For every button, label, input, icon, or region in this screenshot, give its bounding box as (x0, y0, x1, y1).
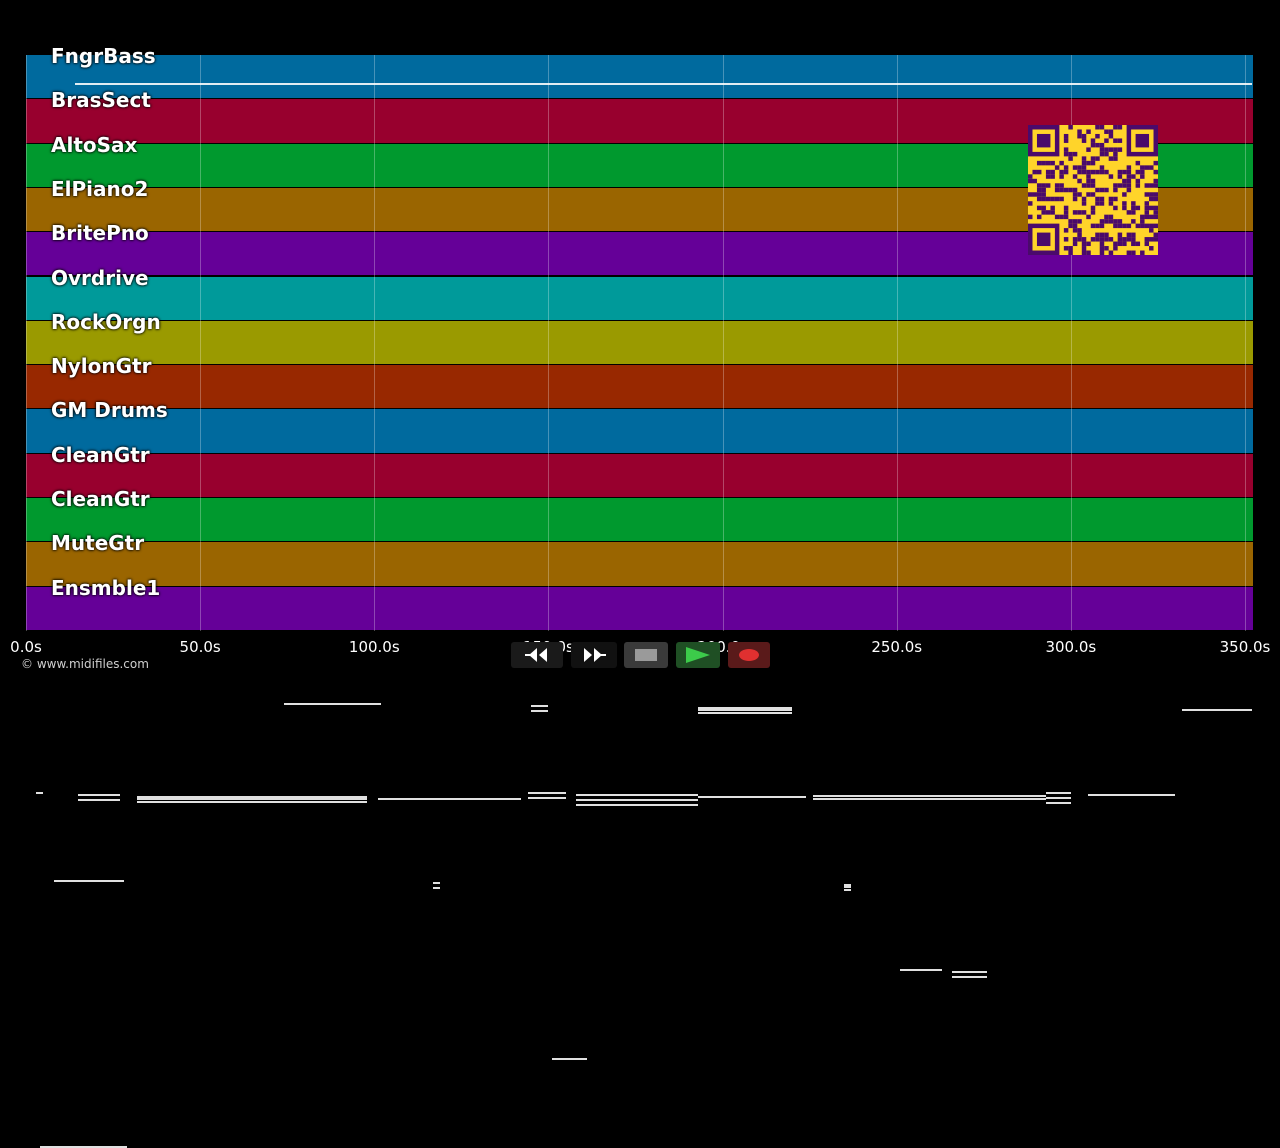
grid-line (374, 55, 376, 631)
time-tick-label: 0.0s (10, 638, 42, 656)
copyright-text: © www.midifiles.com (21, 657, 149, 671)
midi-note (283, 703, 382, 706)
midi-note (531, 710, 549, 713)
midi-note (377, 797, 521, 800)
play-icon (686, 647, 710, 663)
track-label: CleanGtr (51, 487, 150, 511)
midi-note (433, 887, 441, 890)
track-lane (26, 409, 1253, 806)
grid-line (26, 55, 27, 631)
rewind-button[interactable] (511, 642, 563, 668)
track-lane (26, 542, 1253, 1060)
midi-note (900, 969, 942, 971)
track-label: ElPiano2 (51, 176, 149, 201)
time-tick-label: 50.0s (179, 638, 221, 656)
track-lane (26, 276, 1253, 540)
stop-icon (635, 649, 657, 661)
track-label: AltoSax (51, 132, 138, 157)
midi-note (551, 1057, 587, 1060)
midi-note (813, 797, 1047, 800)
midi-note (952, 976, 988, 978)
time-tick-label: 100.0s (348, 638, 400, 656)
midi-note (531, 705, 549, 708)
grid-line (896, 55, 898, 631)
track-label: MuteGtr (51, 531, 145, 556)
track-lane (26, 55, 1253, 99)
track-label: CleanGtr (51, 442, 150, 467)
midi-note (137, 797, 368, 800)
midi-note (1046, 801, 1071, 804)
midi-note (1046, 791, 1071, 794)
grid-line (722, 55, 724, 631)
qr-code-image (1028, 125, 1158, 255)
midi-note (137, 800, 368, 803)
midi-note (1046, 796, 1071, 799)
rewind-icon (525, 648, 547, 662)
track-label: BritePno (51, 221, 149, 246)
transport-controls (511, 642, 771, 668)
midi-note (698, 712, 793, 715)
time-tick-label: 350.0s (1219, 638, 1271, 656)
track-lane (26, 498, 1253, 978)
midi-note (1182, 709, 1252, 712)
midi-note (36, 791, 44, 794)
qr-code (1028, 125, 1158, 255)
time-tick-label: 300.0s (1045, 638, 1097, 656)
midi-note (576, 793, 699, 796)
play-button[interactable] (676, 642, 720, 668)
midi-note (1088, 793, 1176, 796)
track-label: Ensmble1 (51, 575, 161, 600)
track-label: Ovrdrive (51, 265, 149, 290)
track-lane (26, 586, 1253, 1148)
track-lane (26, 453, 1253, 892)
stop-button[interactable] (624, 642, 668, 668)
midi-note (813, 794, 1047, 797)
midi-note (53, 880, 124, 883)
grid-line (200, 55, 202, 631)
track-lane (26, 365, 1253, 715)
track-label: BrasSect (51, 88, 151, 113)
midi-note (74, 83, 1252, 85)
midi-note (952, 971, 988, 973)
track-lane (26, 320, 1253, 629)
midi-note (433, 882, 441, 885)
midi-note (527, 791, 566, 794)
midi-note (78, 798, 121, 801)
midi-note (527, 796, 566, 799)
midi-note (698, 795, 807, 798)
midi-note (78, 793, 121, 796)
time-tick-label: 250.0s (871, 638, 923, 656)
track-label: GM Drums (51, 398, 168, 423)
fast-forward-button[interactable] (571, 642, 617, 668)
midi-note (844, 889, 852, 892)
midi-note (698, 709, 793, 712)
grid-line (548, 55, 550, 631)
track-label: NylonGtr (51, 354, 152, 379)
fast-forward-icon (584, 648, 606, 662)
track-label: FngrBass (51, 44, 156, 68)
record-icon (739, 649, 759, 661)
grid-line (1245, 55, 1246, 631)
track-label: RockOrgn (51, 309, 161, 334)
midi-note (844, 886, 852, 889)
midi-note (576, 798, 699, 801)
midi-note (576, 803, 699, 806)
record-button[interactable] (728, 642, 770, 668)
